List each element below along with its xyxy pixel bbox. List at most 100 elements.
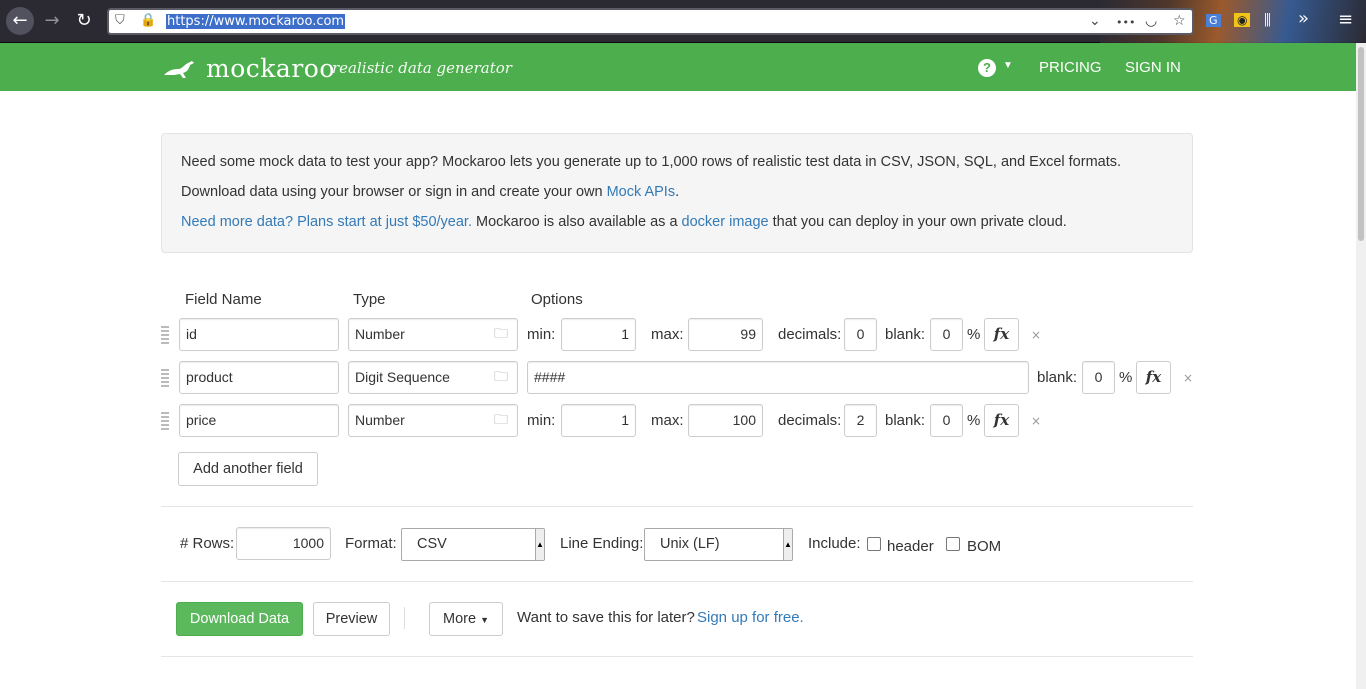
include-label: Include: [808, 535, 861, 552]
address-bar[interactable]: ⛉ 🔒 https://www.mockaroo.com ⌄ ••• ◡ ☆ [107, 8, 1194, 35]
back-icon[interactable]: ← [6, 7, 34, 35]
divider [161, 581, 1193, 582]
intro-text: . [675, 184, 680, 200]
type-label: Number [355, 412, 405, 428]
max-input[interactable]: 99 [688, 318, 763, 351]
percent-label: % [1119, 369, 1133, 386]
shield-icon[interactable]: ⛉ [115, 13, 125, 28]
remove-field-icon[interactable]: × [1031, 414, 1041, 428]
decimals-label: decimals: [778, 326, 842, 343]
preview-button[interactable]: Preview [313, 602, 390, 636]
bom-checkbox[interactable] [946, 537, 960, 551]
reload-icon[interactable]: ↻ [70, 7, 98, 35]
min-label: min: [527, 412, 556, 429]
forward-icon[interactable]: → [38, 7, 66, 35]
intro-text: Download data using your browser or sign… [181, 184, 607, 200]
dropdown-icon[interactable]: ⌄ [1089, 13, 1101, 29]
folder-icon[interactable]: 🗀 [494, 405, 508, 436]
site-header: mockaroo realistic data generator ? ▼ PR… [0, 43, 1356, 91]
blank-input[interactable]: 0 [930, 318, 963, 351]
intro-line-2: Download data using your browser or sign… [181, 184, 679, 200]
formula-button[interactable]: fx [1136, 361, 1171, 394]
add-field-button[interactable]: Add another field [178, 452, 318, 486]
line-ending-value: Unix (LF) [660, 536, 720, 552]
decimals-label: decimals: [778, 412, 842, 429]
field-name-input[interactable]: id [179, 318, 339, 351]
translate-icon[interactable]: G [1206, 14, 1221, 27]
column-header-field-name: Field Name [185, 291, 262, 308]
drag-handle[interactable] [161, 326, 169, 344]
field-name-input[interactable]: price [179, 404, 339, 437]
column-header-type: Type [353, 291, 386, 308]
download-data-button[interactable]: Download Data [176, 602, 303, 636]
min-input[interactable]: 1 [561, 318, 636, 351]
rows-label: # Rows: [180, 535, 235, 552]
folder-icon[interactable]: 🗀 [494, 362, 508, 393]
intro-text: Mockaroo is also available as a [471, 214, 682, 230]
min-input[interactable]: 1 [561, 404, 636, 437]
line-ending-select[interactable]: Unix (LF) ▲ [644, 528, 793, 561]
star-icon[interactable]: ☆ [1173, 13, 1186, 29]
intro-line-1: Need some mock data to test your app? Mo… [181, 154, 1122, 170]
scrollbar-thumb[interactable] [1358, 47, 1364, 241]
more-label: More [443, 611, 477, 627]
blank-label: blank: [1037, 369, 1078, 386]
pricing-link[interactable]: PRICING [1039, 59, 1102, 76]
lock-icon[interactable]: 🔒 [140, 13, 156, 28]
blank-input[interactable]: 0 [1082, 361, 1115, 394]
type-select[interactable]: Digit Sequence 🗀 [348, 361, 518, 394]
caret-down-icon[interactable]: ▼ [1003, 60, 1013, 71]
extension-icon[interactable]: ◉ [1234, 13, 1251, 27]
blank-label: blank: [885, 412, 926, 429]
format-label: Format: [345, 535, 397, 552]
type-label: Digit Sequence [355, 369, 450, 385]
divider [161, 506, 1193, 507]
bom-checkbox-label: BOM [967, 538, 1002, 555]
intro-text: that you can deploy in your own private … [768, 214, 1067, 230]
help-icon[interactable]: ? [978, 59, 996, 77]
max-label: max: [651, 412, 684, 429]
formula-button[interactable]: fx [984, 318, 1019, 351]
type-select[interactable]: Number 🗀 [348, 318, 518, 351]
type-select[interactable]: Number 🗀 [348, 404, 518, 437]
folder-icon[interactable]: 🗀 [494, 319, 508, 350]
caret-down-icon: ▼ [480, 615, 489, 625]
line-ending-label: Line Ending: [560, 535, 644, 552]
pocket-icon[interactable]: ◡ [1145, 13, 1157, 29]
overflow-icon[interactable]: » [1298, 8, 1309, 29]
logo-name: mockaroo [206, 54, 335, 83]
kangaroo-icon [164, 61, 194, 78]
url-text[interactable]: https://www.mockaroo.com [166, 14, 346, 29]
decimals-input[interactable]: 0 [844, 318, 877, 351]
signin-link[interactable]: SIGN IN [1125, 59, 1181, 76]
max-input[interactable]: 100 [688, 404, 763, 437]
more-icon[interactable]: ••• [1116, 16, 1135, 29]
more-button[interactable]: More ▼ [429, 602, 503, 636]
tagline: realistic data generator [332, 59, 512, 77]
intro-line-3: Need more data? Plans start at just $50/… [181, 214, 1067, 230]
column-header-options: Options [531, 291, 583, 308]
format-input[interactable]: #### [527, 361, 1029, 394]
decimals-input[interactable]: 2 [844, 404, 877, 437]
drag-handle[interactable] [161, 412, 169, 430]
docker-image-link[interactable]: docker image [682, 214, 769, 230]
remove-field-icon[interactable]: × [1183, 371, 1193, 385]
header-checkbox-label: header [887, 538, 934, 555]
library-icon[interactable]: ⫼ [1264, 11, 1271, 29]
header-checkbox[interactable] [867, 537, 881, 551]
blank-input[interactable]: 0 [930, 404, 963, 437]
select-arrow-icon: ▲ [783, 529, 792, 560]
formula-button[interactable]: fx [984, 404, 1019, 437]
rows-input[interactable]: 1000 [236, 527, 331, 560]
plans-link[interactable]: Need more data? Plans start at just $50/… [181, 214, 472, 230]
percent-label: % [967, 412, 981, 429]
menu-icon[interactable]: ≡ [1338, 9, 1353, 30]
format-select[interactable]: CSV ▲ [401, 528, 545, 561]
drag-handle[interactable] [161, 369, 169, 387]
type-label: Number [355, 326, 405, 342]
mock-apis-link[interactable]: Mock APIs [607, 184, 676, 200]
signup-link[interactable]: Sign up for free. [697, 609, 804, 626]
max-label: max: [651, 326, 684, 343]
remove-field-icon[interactable]: × [1031, 328, 1041, 342]
field-name-input[interactable]: product [179, 361, 339, 394]
